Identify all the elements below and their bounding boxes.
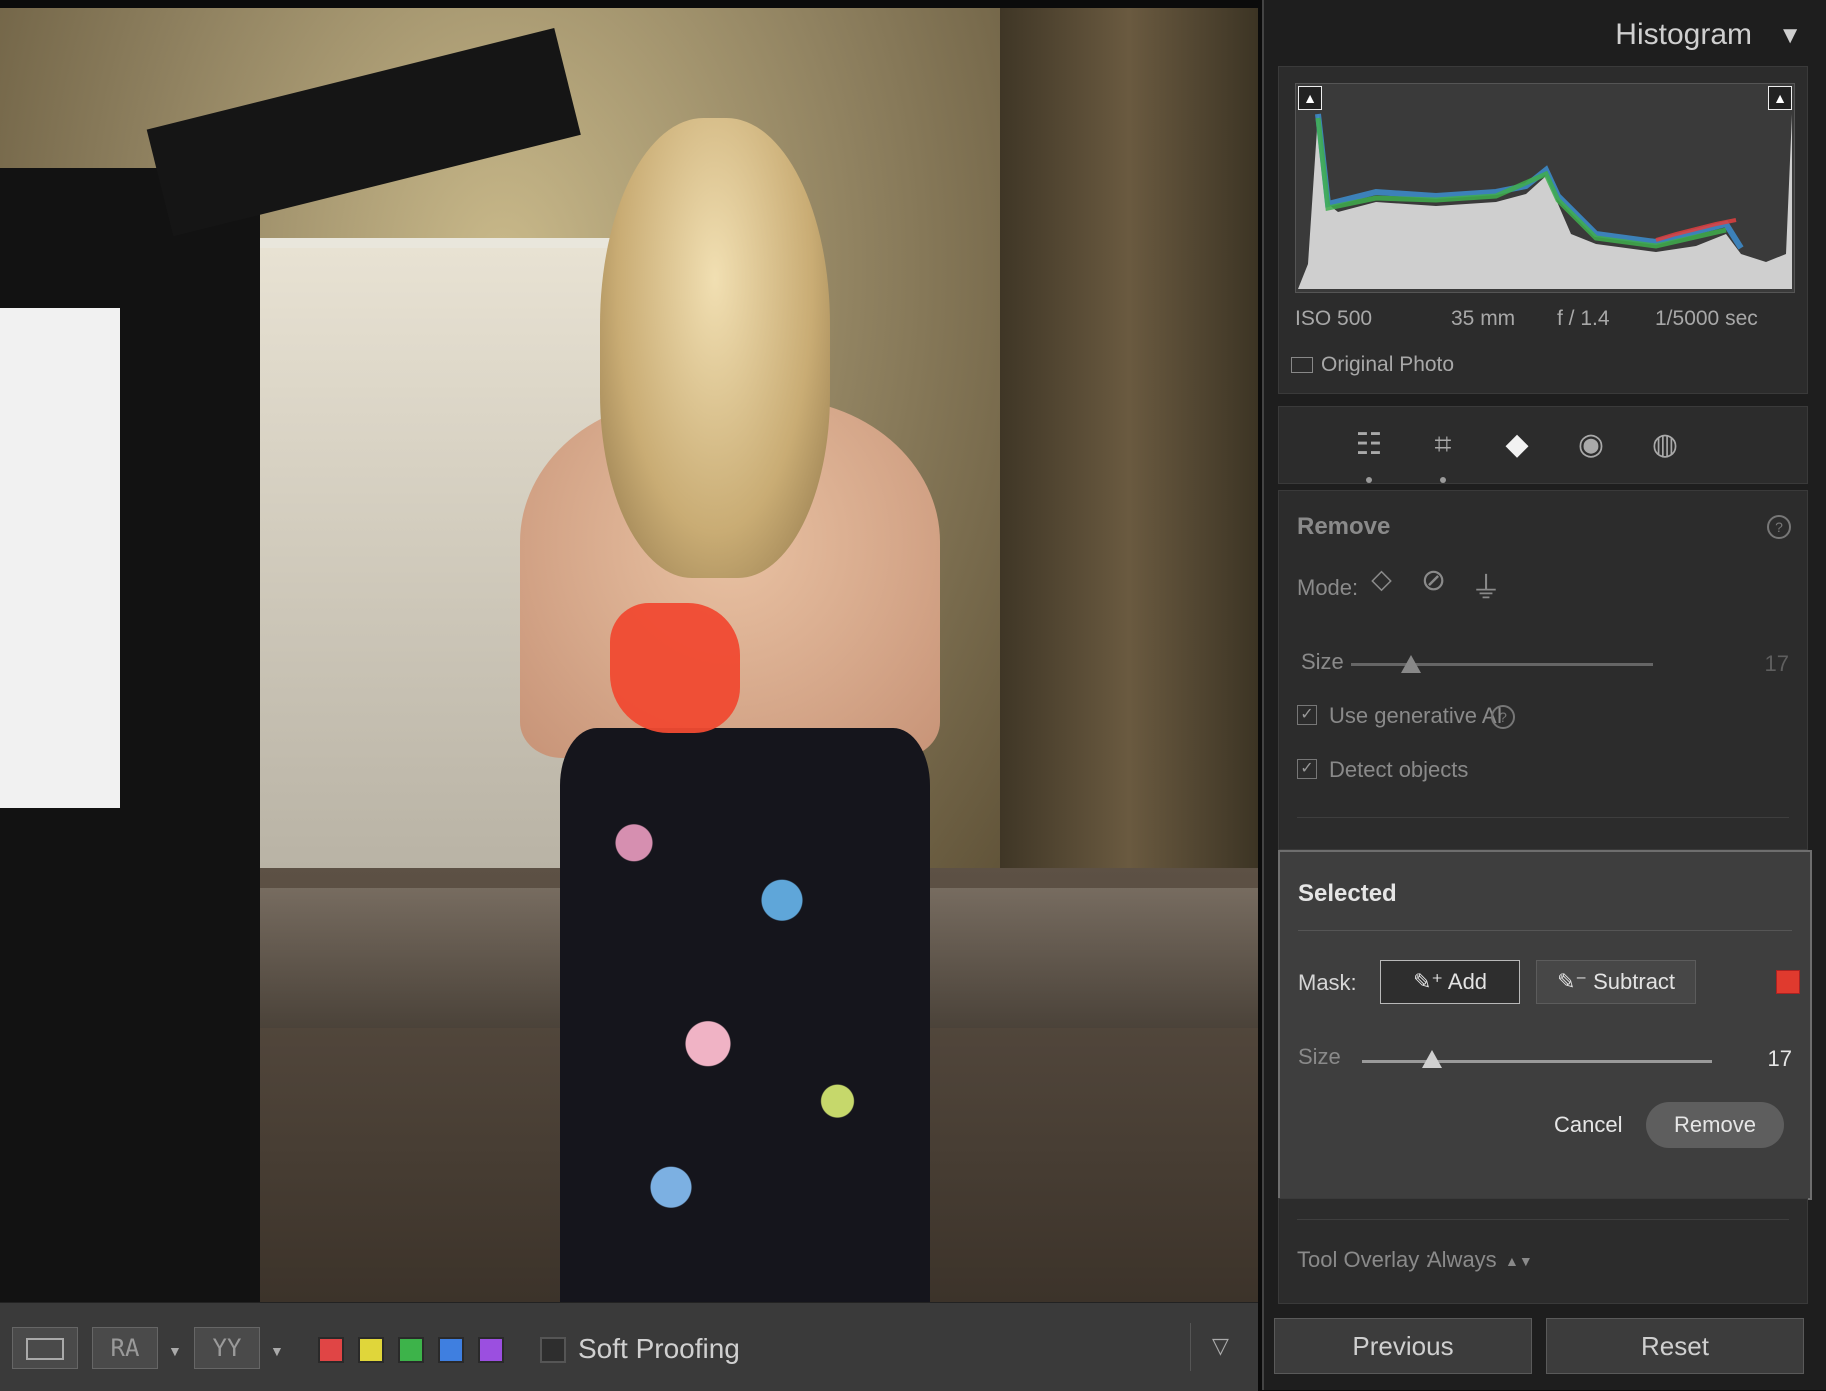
remove-panel: Remove ? Mode: ⬦ ⊘ ⏚ Size 17 ✓ Use gener… <box>1278 490 1808 850</box>
remove-size-thumb[interactable] <box>1401 655 1422 673</box>
highlight-clipping-icon[interactable]: ▲ <box>1768 86 1792 110</box>
exif-iso: ISO 500 <box>1295 307 1373 330</box>
histogram-svg <box>1298 113 1792 289</box>
original-photo-label: Original Photo <box>1321 353 1455 376</box>
exif-shutter: 1/5000 sec <box>1655 307 1758 330</box>
selected-size-track[interactable] <box>1362 1060 1712 1063</box>
color-label-yellow[interactable] <box>358 1337 384 1363</box>
gen-ai-label: Use generative AI <box>1329 703 1503 728</box>
brush-add-icon: ✎⁺ <box>1412 969 1448 994</box>
original-photo-checkbox[interactable] <box>1291 357 1313 374</box>
tool-overlay-select[interactable]: Always <box>1427 1247 1497 1273</box>
histogram-graph[interactable]: ▲ ▲ <box>1295 83 1795 293</box>
original-photo-toggle[interactable]: Original Photo <box>1291 353 1454 377</box>
selected-divider <box>1298 930 1792 931</box>
remove-size-label: Size <box>1301 649 1344 674</box>
color-label-purple[interactable] <box>478 1337 504 1363</box>
mask-subtract-button[interactable]: ✎⁻ Subtract <box>1536 960 1696 1004</box>
loupe-view-icon <box>26 1338 64 1360</box>
mask-overlay-color-swatch[interactable] <box>1776 970 1800 994</box>
detect-objects-label: Detect objects <box>1329 757 1469 782</box>
remove-title: Remove <box>1297 513 1391 540</box>
red-eye-icon[interactable]: ◉ <box>1571 425 1611 465</box>
detect-objects-checkbox[interactable]: ✓ <box>1297 759 1317 779</box>
mode-label: Mode: <box>1297 575 1359 600</box>
heal-mode-icon[interactable]: ⊘ <box>1421 563 1446 598</box>
exif-aperture: f / 1.4 <box>1557 307 1610 330</box>
develop-right-panel: Histogram ▼ ▲ ▲ ISO 500 35 mm f / 1.4 1/… <box>1262 0 1826 1390</box>
remove-mask-overlay[interactable] <box>610 603 740 733</box>
crop-indicator-dot <box>1440 477 1446 483</box>
remove-divider <box>1297 817 1789 818</box>
swap-dropdown-icon[interactable]: ▼ <box>270 1343 284 1359</box>
gen-ai-checkbox[interactable]: ✓ <box>1297 705 1317 725</box>
selected-size-thumb[interactable] <box>1422 1050 1442 1068</box>
previous-button[interactable]: Previous <box>1274 1318 1532 1374</box>
subject-man-arm <box>146 28 581 237</box>
eraser-mode-icon[interactable]: ⬦ <box>1371 563 1392 597</box>
subject-man-shirt <box>0 308 120 808</box>
mask-subtract-label: Subtract <box>1593 969 1676 994</box>
selected-size-value: 17 <box>1767 1046 1792 1071</box>
exif-focal-length: 35 mm <box>1451 307 1516 330</box>
histogram-header[interactable]: Histogram <box>1615 18 1752 52</box>
collapse-triangle-icon[interactable]: ▼ <box>1778 22 1802 50</box>
soft-proofing-checkbox[interactable] <box>540 1337 566 1363</box>
edit-sliders-icon[interactable]: ☷ <box>1349 425 1389 465</box>
histogram-panel: ▲ ▲ ISO 500 35 mm f / 1.4 1/5000 sec Ori… <box>1278 66 1808 394</box>
remove-button[interactable]: Remove <box>1646 1102 1784 1148</box>
gen-ai-help-icon[interactable]: ? <box>1491 705 1515 729</box>
reset-button[interactable]: Reset <box>1546 1318 1804 1374</box>
remove-size-value: 17 <box>1764 651 1789 676</box>
tool-overlay-section: Tool Overlay : Always ▲▼ <box>1278 1198 1808 1304</box>
toolbar-divider <box>1190 1323 1191 1371</box>
selected-size-label: Size <box>1298 1044 1341 1069</box>
mask-add-label: Add <box>1447 969 1488 994</box>
toolbar-menu-icon[interactable]: ▽ <box>1212 1333 1229 1359</box>
color-label-red[interactable] <box>318 1337 344 1363</box>
soft-proofing-label: Soft Proofing <box>578 1333 740 1364</box>
tool-overlay-label: Tool Overlay : <box>1297 1247 1432 1272</box>
tool-strip: ☷ ⌗ ◆ ◉ ◍ <box>1278 406 1808 484</box>
subject-woman-hair <box>600 118 830 578</box>
select-stepper-icon[interactable]: ▲▼ <box>1505 1253 1533 1269</box>
mask-add-button[interactable]: ✎⁺ Add <box>1380 960 1520 1004</box>
background-tree <box>1000 8 1258 868</box>
before-after-swap-button[interactable]: YY <box>194 1327 260 1369</box>
shadow-clipping-icon[interactable]: ▲ <box>1298 86 1322 110</box>
mask-label: Mask: <box>1298 970 1357 995</box>
eraser-icon[interactable]: ◆ <box>1497 425 1537 465</box>
clone-mode-icon[interactable]: ⏚ <box>1471 563 1501 607</box>
loupe-view-button[interactable] <box>12 1327 78 1369</box>
brush-subtract-icon: ✎⁻ <box>1556 969 1594 994</box>
color-label-blue[interactable] <box>438 1337 464 1363</box>
photo-canvas[interactable] <box>0 8 1258 1302</box>
remove-help-icon[interactable]: ? <box>1767 515 1791 539</box>
remove-size-track[interactable] <box>1351 663 1653 666</box>
masking-icon[interactable]: ◍ <box>1645 425 1685 465</box>
before-after-dropdown-icon[interactable]: ▼ <box>168 1343 182 1359</box>
edit-indicator-dot <box>1366 477 1372 483</box>
histogram-luminance <box>1298 114 1792 289</box>
selected-title: Selected <box>1298 880 1397 907</box>
overlay-divider <box>1297 1219 1789 1220</box>
before-after-button[interactable]: RA <box>92 1327 158 1369</box>
selected-panel: Selected Mask: ✎⁺ Add ✎⁻ Subtract Size 1… <box>1278 850 1812 1200</box>
crop-icon[interactable]: ⌗ <box>1423 425 1463 465</box>
cancel-button[interactable]: Cancel <box>1554 1112 1622 1138</box>
bottom-toolbar: RA ▼ YY ▼ Soft Proofing ▽ <box>0 1302 1258 1391</box>
subject-woman-dress <box>560 728 930 1302</box>
color-label-green[interactable] <box>398 1337 424 1363</box>
